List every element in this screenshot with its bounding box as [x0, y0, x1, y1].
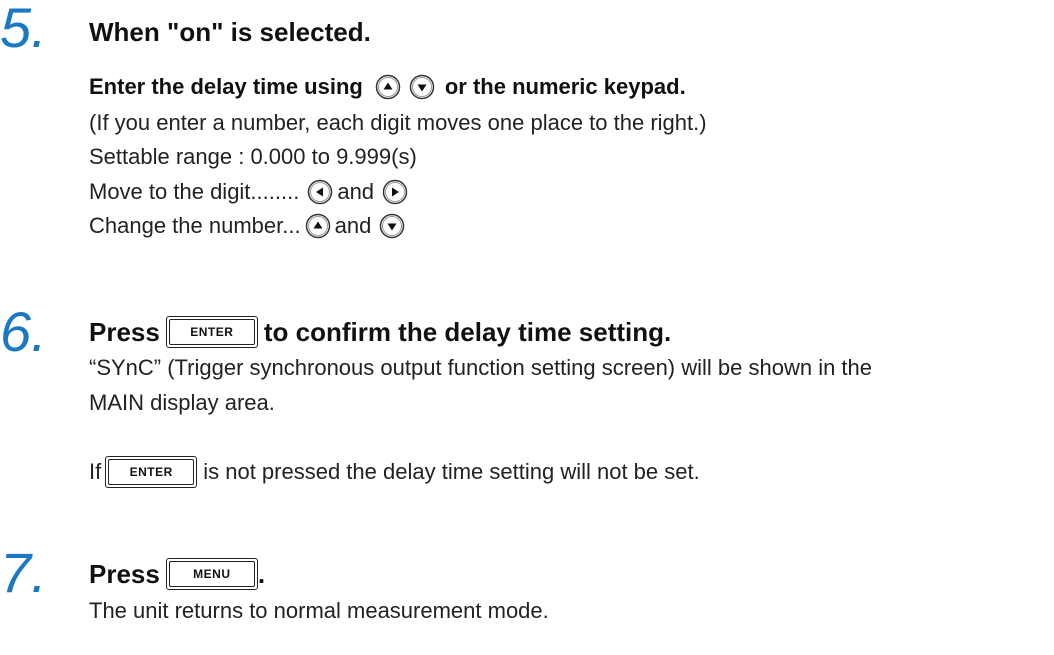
and-1: and	[337, 179, 375, 204]
enter-key-label: ENTER	[168, 319, 255, 345]
instruction-post: or the numeric keypad.	[444, 74, 686, 99]
down-arrow-button-icon	[379, 213, 405, 239]
change-label: Change the number...	[89, 213, 301, 238]
step-5-range: Settable range : 0.000 to 9.999(s)	[89, 144, 417, 169]
right-arrow-button-icon	[382, 179, 408, 205]
step-6-line-2: MAIN display area.	[89, 390, 275, 415]
if-pre: If	[89, 459, 102, 484]
enter-key: ENTER	[165, 316, 258, 348]
left-arrow-button-icon	[307, 179, 333, 205]
step-7-line-1: The unit returns to normal measurement m…	[89, 598, 549, 623]
if-post: is not pressed the delay time setting wi…	[203, 459, 700, 484]
enter-key: ENTER	[105, 456, 198, 488]
step-5-instruction: Enter the delay time using or the numeri…	[89, 74, 686, 100]
up-arrow-button-icon	[375, 74, 401, 100]
step-5-change-row: Change the number... and	[89, 213, 409, 239]
and-2: and	[334, 213, 372, 238]
up-arrow-button-icon	[305, 213, 331, 239]
step-7-period: .	[257, 558, 266, 589]
step-5-note: (If you enter a number, each digit moves…	[89, 110, 707, 135]
press-label: Press	[89, 316, 160, 347]
step-7-heading: Press MENU .	[89, 558, 265, 590]
menu-key: MENU	[165, 558, 258, 590]
step-5-number: 5.	[0, 0, 47, 59]
enter-key-label: ENTER	[108, 459, 195, 485]
step-7-number: 7.	[0, 541, 47, 604]
menu-key-label: MENU	[168, 561, 255, 587]
step-5-move-row: Move to the digit........ and	[89, 179, 412, 205]
step-6-heading: Press ENTER to confirm the delay time se…	[89, 316, 671, 348]
press-label: Press	[89, 558, 160, 589]
step-6-if-row: If ENTER is not pressed the delay time s…	[89, 456, 700, 488]
step-6-heading-post: to confirm the delay time setting.	[263, 316, 672, 347]
step-6-line-1: “SYnC” (Trigger synchronous output funct…	[89, 355, 873, 380]
instruction-pre: Enter the delay time using	[89, 74, 363, 99]
move-label: Move to the digit........	[89, 179, 300, 204]
down-arrow-button-icon	[409, 74, 435, 100]
step-6-number: 6.	[0, 300, 47, 363]
step-5-heading: When "on" is selected.	[89, 17, 371, 47]
